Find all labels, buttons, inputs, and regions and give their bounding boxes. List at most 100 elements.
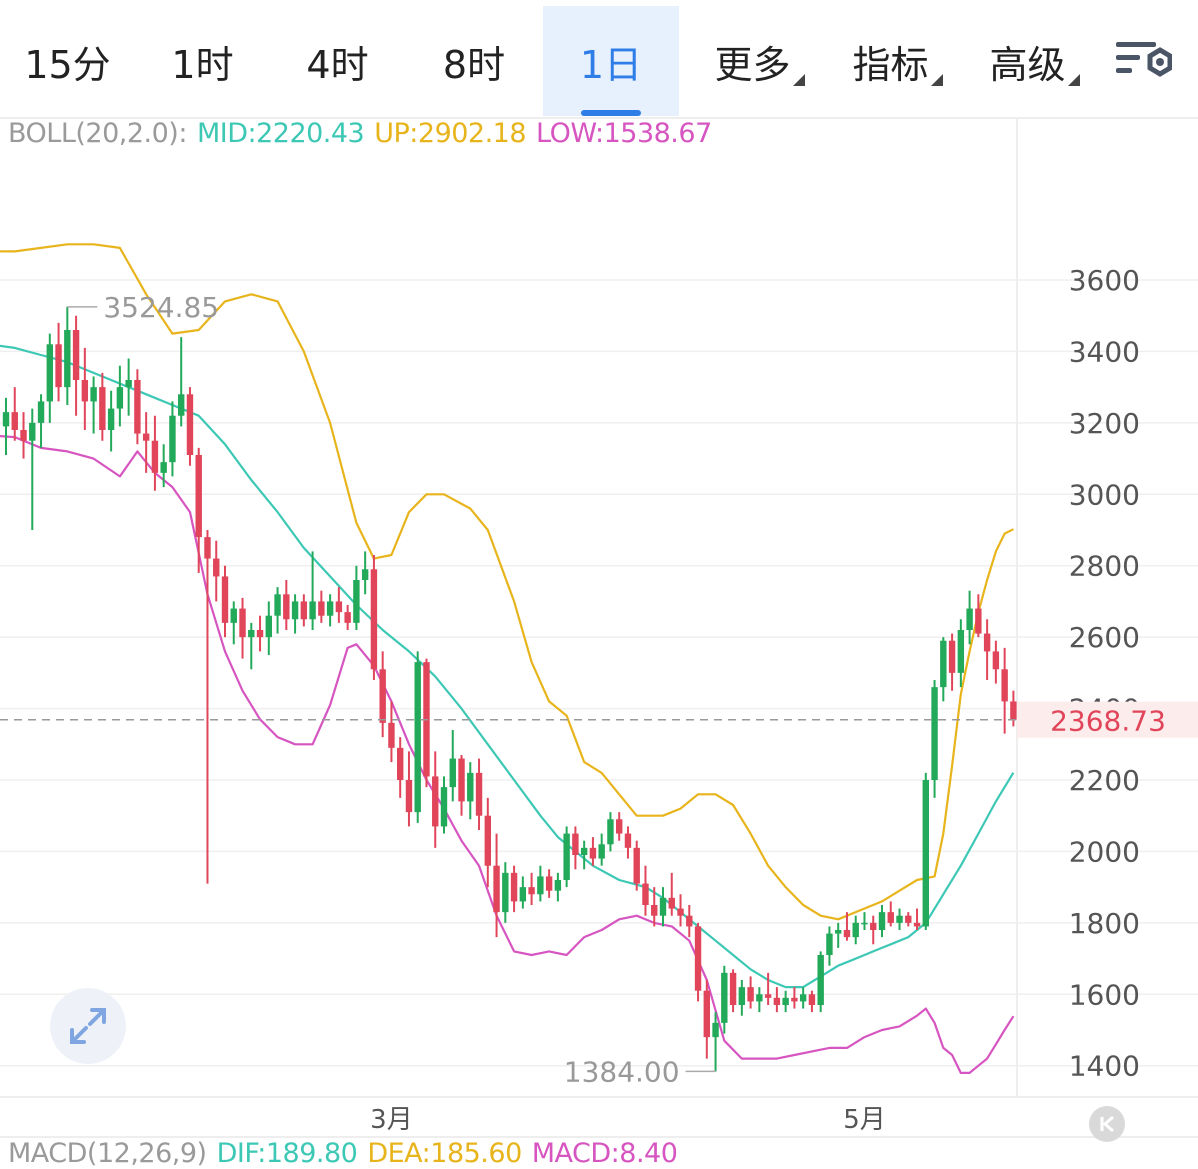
candle-body: [204, 537, 211, 559]
candle-body: [545, 876, 553, 891]
candle-body: [835, 929, 842, 934]
candle-body: [510, 872, 518, 902]
candle-body: [291, 601, 299, 620]
x-tick-label: 5月: [843, 1105, 886, 1135]
candle-body: [808, 994, 816, 1005]
skip-to-end-icon: [1100, 1115, 1114, 1133]
candle-body: [528, 887, 535, 895]
candle-body: [948, 640, 956, 673]
candle-body: [554, 879, 562, 891]
candle-body: [221, 576, 229, 623]
candle-body: [274, 594, 281, 616]
candle-body: [195, 454, 202, 538]
candle-body: [1001, 669, 1008, 702]
candle-body: [580, 847, 588, 855]
candle-body: [773, 997, 781, 1005]
y-tick-label: 3200: [1069, 407, 1140, 440]
y-tick-label: 1600: [1069, 978, 1140, 1011]
candle-body: [589, 847, 597, 859]
candle-body: [46, 344, 53, 402]
y-tick-label: 2800: [1069, 550, 1140, 583]
candle-body: [922, 779, 929, 927]
candle-body: [361, 569, 369, 580]
candle-body: [782, 997, 789, 1005]
candle-body: [178, 394, 185, 416]
candle-body: [983, 633, 991, 652]
candle-body: [747, 987, 754, 1002]
candle-body: [756, 994, 763, 1002]
candle-body: [405, 779, 413, 813]
candle-body: [694, 926, 702, 991]
candle-body: [283, 594, 290, 620]
expand-chart-button[interactable]: [50, 988, 126, 1064]
candle-body: [20, 429, 27, 441]
candle-body: [2, 412, 10, 427]
candle-body: [300, 601, 308, 620]
candle-body: [791, 997, 798, 1002]
expand-arrows-icon: [70, 1008, 106, 1044]
candle-body: [913, 922, 921, 927]
candle-body: [519, 887, 527, 902]
y-tick-label: 2000: [1069, 835, 1140, 868]
candle-body: [55, 344, 62, 388]
macd-legend: MACD(12,26,9) DIF:189.80 DEA:185.60 MACD:8.…: [8, 1138, 687, 1169]
candle-body: [449, 758, 456, 788]
candle-body: [326, 601, 334, 616]
candle-body: [344, 612, 351, 623]
candle-body: [248, 629, 255, 638]
candle-body: [379, 669, 386, 723]
candle-body: [799, 994, 807, 1002]
candle-body: [239, 608, 246, 638]
candle-body: [502, 872, 509, 913]
y-tick-label: 1800: [1069, 907, 1140, 940]
y-tick-label: 2200: [1069, 764, 1140, 797]
candle-body: [230, 608, 237, 623]
candle-body: [607, 819, 614, 845]
candle-body: [721, 972, 728, 1023]
candle-body: [905, 915, 912, 923]
candle-body: [432, 776, 439, 827]
candle-body: [467, 772, 474, 802]
candle-body: [134, 379, 141, 434]
candle-body: [1010, 701, 1017, 720]
boll-upper-line: [0, 243, 1014, 921]
boll-lower-line: [0, 435, 1015, 1075]
candlestick-chart[interactable]: 1400160018002000220024002600280030003200…: [0, 0, 1198, 1167]
candle-body: [712, 1022, 719, 1038]
macd-macd-value: MACD:8.40: [531, 1138, 678, 1169]
candle-body: [99, 387, 106, 430]
x-tick-label: 3月: [370, 1105, 413, 1135]
candle-body: [107, 408, 115, 430]
candle-body: [764, 994, 772, 998]
candle-body: [642, 883, 649, 905]
candle-body: [414, 662, 421, 813]
candle-body: [572, 833, 579, 855]
current-price-label: 2368.73: [1050, 705, 1166, 738]
candle-body: [90, 387, 97, 402]
scroll-to-latest-button[interactable]: [1089, 1106, 1125, 1142]
candle-body: [353, 579, 360, 623]
candle-body: [72, 329, 80, 380]
candle-body: [256, 629, 264, 638]
candle-body: [992, 651, 1000, 670]
candle-body: [633, 847, 640, 884]
candle-body: [843, 929, 851, 938]
y-tick-label: 1400: [1069, 1050, 1140, 1083]
candle-body: [870, 922, 877, 930]
candle-body: [186, 394, 194, 455]
low-price-label: 1384.00: [564, 1055, 680, 1088]
candle-body: [142, 433, 150, 441]
candle-body: [940, 640, 947, 688]
candle-body: [484, 815, 491, 866]
candle-body: [493, 865, 500, 913]
candle-body: [975, 608, 982, 634]
y-tick-label: 3000: [1069, 478, 1140, 511]
candle-body: [563, 833, 570, 880]
candle-body: [37, 401, 45, 423]
candle-body: [931, 687, 938, 780]
candle-body: [318, 601, 325, 616]
candle-body: [668, 897, 675, 909]
candle-body: [169, 415, 176, 463]
candle-body: [335, 601, 343, 613]
candle-body: [213, 558, 220, 577]
